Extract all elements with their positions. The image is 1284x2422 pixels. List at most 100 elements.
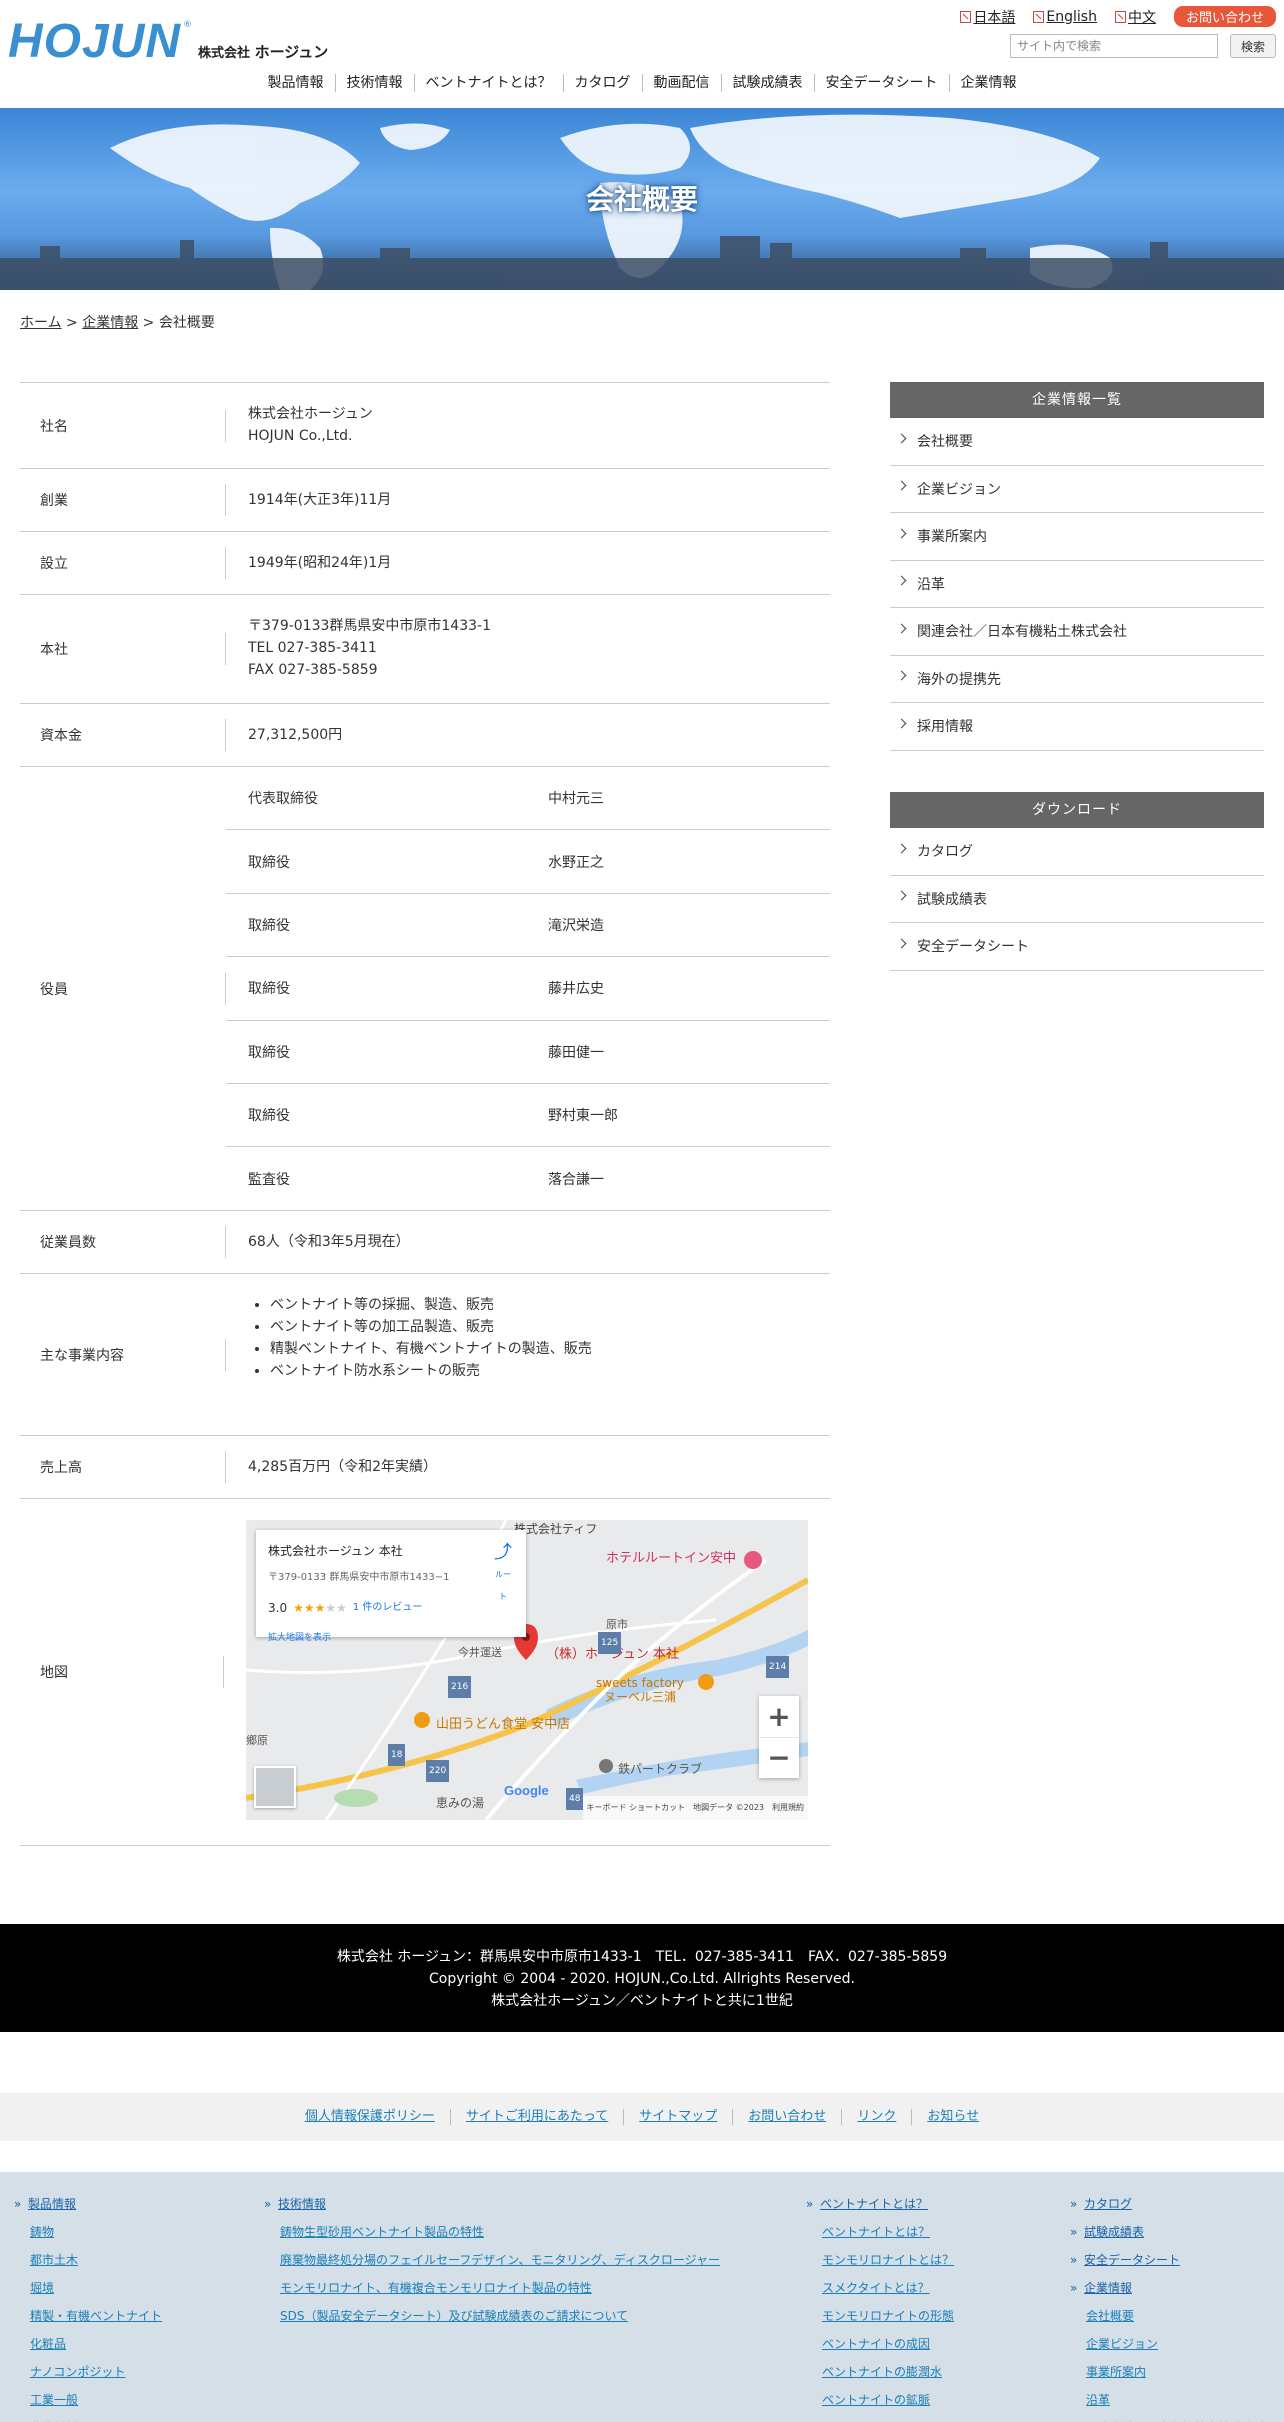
chevron-right-icon [896, 480, 907, 491]
breadcrumb-company[interactable]: 企業情報 [82, 315, 138, 331]
sitemap-link[interactable]: ベントナイトの膨潤水 [806, 2358, 970, 2386]
sitemap-category[interactable]: 技術情報 [264, 2190, 720, 2218]
zoom-out-button[interactable]: − [759, 1737, 799, 1778]
sitemap-link[interactable]: モンモリロナイトの形態 [806, 2302, 970, 2330]
sitemap-link[interactable]: 工業一般 [14, 2386, 162, 2414]
officer-row: 監査役 落合謙一 [248, 1172, 604, 1189]
officer-row: 取締役 藤井広史 [226, 957, 830, 1021]
sitemap-link[interactable]: 精製・有機ベントナイト [14, 2302, 162, 2330]
sitemap-link[interactable]: ベントナイトの鉱脈 [806, 2386, 970, 2414]
info-label: 創業 [20, 469, 226, 531]
sitemap-link[interactable]: ベントナイト プロフィール [806, 2414, 970, 2422]
map-label: 鉄パートクラブ [618, 1762, 703, 1776]
lang-chinese-link[interactable]: 中文 [1114, 7, 1156, 27]
lang-japanese-link[interactable]: 日本語 [960, 7, 1015, 27]
footer-copyright: Copyright © 2004 - 2020. HOJUN.,Co.Ltd. … [429, 1971, 855, 1987]
logo-registered: ® [183, 20, 193, 30]
info-row-employees: 従業員数 68人（令和3年5月現在） [20, 1211, 830, 1274]
sidebar-item[interactable]: 会社概要 [890, 418, 1264, 466]
sidebar-item[interactable]: 事業所案内 [890, 513, 1264, 561]
info-row-name: 社名 株式会社ホージュン HOJUN Co.,Ltd. [20, 383, 830, 469]
sidebar-item[interactable]: 企業ビジョン [890, 466, 1264, 513]
contact-button[interactable]: お問い合わせ [1173, 6, 1276, 27]
sitemap-link[interactable]: 鋳物生型砂用ベントナイト製品の特性 [264, 2218, 720, 2246]
sitemap-category[interactable]: 試験成績表 [1070, 2218, 1266, 2246]
sidebar-item[interactable]: 安全データシート [890, 923, 1264, 971]
google-map[interactable]: 株式会社ティフ ホテルルートイン安中 （株）ホージュン 本社 sweets fa… [246, 1520, 808, 1820]
chevron-right-icon [896, 843, 907, 854]
directions-icon[interactable]: ⤴ ルート [494, 1542, 512, 1601]
footer-link-terms[interactable]: サイトご利用にあたって [449, 2109, 623, 2125]
nav-test-reports[interactable]: 試験成績表 [720, 74, 814, 92]
site-logo[interactable]: HOJUN ® 株式会社 ホージュン [8, 14, 328, 69]
sitemap-link[interactable]: モンモリロナイトとは？ [806, 2246, 970, 2274]
sitemap-link[interactable]: 堀境 [14, 2274, 162, 2302]
chevron-right-icon [896, 528, 907, 539]
sidebar-item[interactable]: 海外の提携先 [890, 656, 1264, 703]
lang-english-link[interactable]: English [1033, 9, 1097, 25]
search-input[interactable] [1010, 34, 1218, 58]
sitemap-category[interactable]: 安全データシート [1070, 2246, 1266, 2274]
info-value: 1914年(大正3年)11月 [248, 492, 392, 508]
nav-sds[interactable]: 安全データシート [813, 74, 949, 92]
sitemap-col-bentonite: ベントナイトとは？ ベントナイトとは？ モンモリロナイトとは？ スメクタイトとは… [806, 2190, 970, 2422]
breadcrumb-home[interactable]: ホーム [20, 315, 62, 331]
sitemap-category[interactable]: 製品情報 [14, 2190, 162, 2218]
sitemap-link[interactable]: 事業所案内 [1070, 2358, 1266, 2386]
nav-catalog[interactable]: カタログ [562, 74, 642, 92]
chevron-right-icon [896, 938, 907, 949]
map-data-link[interactable]: 地図データ [693, 1803, 733, 1812]
sitemap-category[interactable]: 企業情報 [1070, 2274, 1266, 2302]
main-nav: 製品情報 技術情報 ベントナイトとは？ カタログ 動画配信 試験成績表 安全デー… [0, 74, 1284, 92]
footer-link-privacy[interactable]: 個人情報保護ポリシー [290, 2109, 450, 2125]
info-label: 役員 [20, 767, 226, 1210]
language-bar: 日本語 English 中文 お問い合わせ [960, 6, 1276, 27]
terms-link[interactable]: 利用規約 [772, 1803, 804, 1812]
zoom-in-button[interactable]: + [759, 1696, 799, 1737]
sitemap-link[interactable]: 沿革 [1070, 2386, 1266, 2414]
nav-products[interactable]: 製品情報 [257, 74, 335, 92]
sitemap-link[interactable]: 鋳物 [14, 2218, 162, 2246]
sitemap-link[interactable]: 廃棄物最終処分場のフェイルセーフデザイン、モニタリング、ディスクロージャー [264, 2246, 720, 2274]
info-value: 4,285百万円（令和2年実績） [248, 1459, 437, 1475]
sitemap-link[interactable]: 都市土木 [14, 2246, 162, 2274]
sitemap-category[interactable]: ベントナイトとは？ [806, 2190, 970, 2218]
info-label: 社名 [20, 383, 226, 468]
reviews-link[interactable]: 1 件のレビュー [353, 1597, 423, 1619]
sitemap-link[interactable]: モンモリロナイト、有機複合モンモリロナイト製品の特性 [264, 2274, 720, 2302]
sitemap-link[interactable]: 農業材料 [14, 2414, 162, 2422]
sitemap-category[interactable]: カタログ [1070, 2190, 1266, 2218]
footer-link-links[interactable]: リンク [841, 2109, 911, 2125]
chevron-right-icon [896, 718, 907, 729]
sitemap-link[interactable]: SDS（製品安全データシート）及び試験成績表のご請求について [264, 2302, 720, 2330]
footer-link-sitemap[interactable]: サイトマップ [623, 2109, 732, 2125]
nav-technical[interactable]: 技術情報 [334, 74, 414, 92]
sitemap-link[interactable]: ベントナイトとは？ [806, 2218, 970, 2246]
search-button[interactable]: 検索 [1230, 34, 1276, 58]
sidebar-item[interactable]: カタログ [890, 828, 1264, 876]
nav-company[interactable]: 企業情報 [948, 74, 1028, 92]
sitemap-link[interactable]: ナノコンポジット [14, 2358, 162, 2386]
info-row-founded: 創業 1914年(大正3年)11月 [20, 469, 830, 532]
sidebar-item[interactable]: 関連会社／日本有機粘土株式会社 [890, 608, 1264, 656]
sidebar-item[interactable]: 採用情報 [890, 703, 1264, 751]
sitemap-link[interactable]: 化粧品 [14, 2330, 162, 2358]
footer-link-news[interactable]: お知らせ [911, 2109, 994, 2125]
map-label: ヌーベル三浦 [604, 1690, 677, 1704]
larger-map-link[interactable]: 拡大地図を表示 [268, 1627, 514, 1649]
sitemap-link[interactable]: ベントナイトの成因 [806, 2330, 970, 2358]
sitemap-link[interactable]: 会社概要 [1070, 2302, 1266, 2330]
nav-video[interactable]: 動画配信 [641, 74, 721, 92]
sitemap-col-company: カタログ 試験成績表 安全データシート 企業情報 会社概要 企業ビジョン 事業所… [1070, 2190, 1266, 2422]
sidebar-item[interactable]: 沿革 [890, 561, 1264, 608]
sitemap-link[interactable]: 関連会社／日本有機粘土株式会社 [1070, 2414, 1266, 2422]
officer-row: 取締役 水野正之 [226, 830, 830, 894]
sitemap-link[interactable]: スメクタイトとは？ [806, 2274, 970, 2302]
nav-bentonite[interactable]: ベントナイトとは？ [413, 74, 563, 92]
sitemap-link[interactable]: 企業ビジョン [1070, 2330, 1266, 2358]
footer-link-contact[interactable]: お問い合わせ [732, 2109, 841, 2125]
logo-company-name: 株式会社 ホージュン [198, 43, 329, 61]
keyboard-shortcuts-link[interactable]: キーボード ショートカット [587, 1803, 686, 1812]
map-layer-toggle[interactable] [254, 1766, 296, 1808]
sidebar-item[interactable]: 試験成績表 [890, 876, 1264, 923]
